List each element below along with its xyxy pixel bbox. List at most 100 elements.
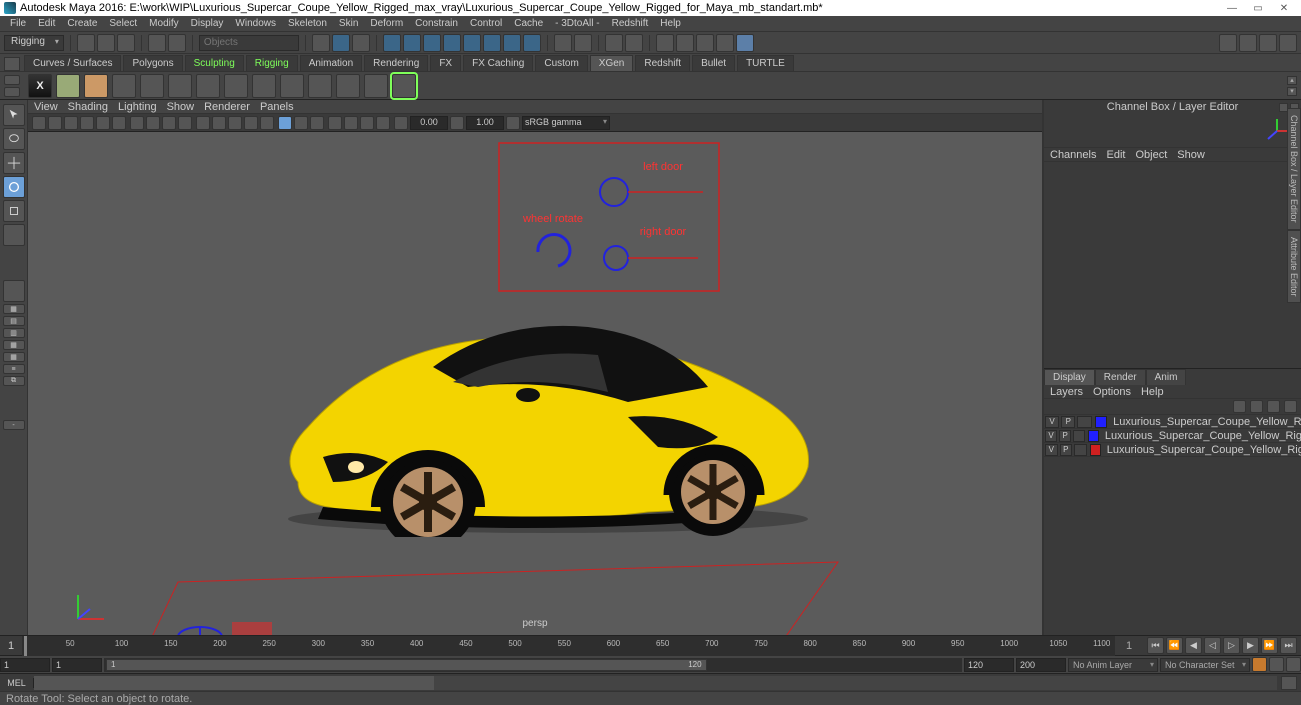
shelf-tab-sculpting[interactable]: Sculpting [185,55,244,71]
shelf-editor-icon[interactable] [4,75,20,85]
mask-deform-icon[interactable] [463,34,481,52]
render-sequence-icon[interactable] [736,34,754,52]
render-current-icon[interactable] [656,34,674,52]
vp-color-space-dropdown[interactable]: sRGB gamma [522,116,610,130]
shelf-tab-fxcaching[interactable]: FX Caching [463,55,533,71]
step-back-key-button[interactable]: ⏪ [1166,637,1183,654]
vp-bookmark-icon[interactable] [64,116,78,130]
mask-surface-icon[interactable] [443,34,461,52]
vp-view-transform-icon[interactable] [506,116,520,130]
select-by-object-icon[interactable] [332,34,350,52]
history-out-icon[interactable] [625,34,643,52]
selection-search-input[interactable] [199,35,299,51]
redo-icon[interactable] [168,34,186,52]
menu-help[interactable]: Help [654,18,687,29]
cb-menu-channels[interactable]: Channels [1050,149,1096,161]
layer-move-down-icon[interactable] [1250,400,1263,413]
vp-gate-mask-icon[interactable] [178,116,192,130]
command-input[interactable] [34,676,434,690]
menu-create[interactable]: Create [61,18,103,29]
layer-vis-toggle[interactable]: V [1045,416,1059,428]
menu-skeleton[interactable]: Skeleton [282,18,333,29]
layer-display-type[interactable] [1073,430,1085,442]
layer-menu-help[interactable]: Help [1141,386,1164,398]
menu-windows[interactable]: Windows [229,18,282,29]
vp-gamma-field[interactable]: 1.00 [466,116,504,130]
menu-cache[interactable]: Cache [508,18,549,29]
layer-menu-options[interactable]: Options [1093,386,1131,398]
xgen-create-description-icon[interactable] [56,74,80,98]
vp-lock-camera-icon[interactable] [48,116,62,130]
new-scene-icon[interactable] [77,34,95,52]
range-bar[interactable]: 1 120 [104,658,962,672]
move-tool-icon[interactable] [3,152,25,174]
menu-select[interactable]: Select [103,18,143,29]
shelf-tab-turtle[interactable]: TURTLE [737,55,794,71]
vp-menu-panels[interactable]: Panels [260,101,294,113]
minimize-button[interactable]: — [1219,0,1245,16]
layer-row[interactable]: V P Luxurious_Supercar_Coupe_Yellow_Rigg… [1044,415,1301,429]
step-forward-frame-button[interactable]: ▶ [1242,637,1259,654]
menu-control[interactable]: Control [464,18,508,29]
vp-menu-shading[interactable]: Shading [68,101,108,113]
three-left-view-icon[interactable]: ▦ [3,352,25,362]
xgen-density-icon[interactable] [112,74,136,98]
layer-new-selected-icon[interactable] [1284,400,1297,413]
playback-end-field[interactable]: 120 [964,658,1014,672]
cb-menu-object[interactable]: Object [1135,149,1167,161]
vp-exposure-field[interactable]: 0.00 [410,116,448,130]
shelf-options-icon[interactable] [4,87,20,97]
shelf-tab-polygons[interactable]: Polygons [123,55,182,71]
vp-image-plane-icon[interactable] [80,116,94,130]
xgen-guide-icon[interactable] [140,74,164,98]
layer-playback-toggle[interactable]: P [1061,416,1075,428]
save-scene-icon[interactable] [117,34,135,52]
layer-playback-toggle[interactable]: P [1060,444,1073,456]
undo-icon[interactable] [148,34,166,52]
anim-layer-dropdown[interactable]: No Anim Layer [1068,658,1158,672]
side-tab-channel-box[interactable]: Channel Box / Layer Editor [1287,108,1301,230]
toggle-attribute-editor-icon[interactable] [1239,34,1257,52]
ipr-render-icon[interactable] [676,34,694,52]
xgen-convert-icon[interactable] [392,74,416,98]
mask-render-icon[interactable] [503,34,521,52]
mask-joint-icon[interactable] [403,34,421,52]
cb-menu-show[interactable]: Show [1177,149,1205,161]
select-by-component-icon[interactable] [352,34,370,52]
vp-ao-icon[interactable] [328,116,342,130]
time-slider[interactable]: 1 50 100 150 200 250 300 350 400 450 500… [0,635,1301,655]
vp-menu-lighting[interactable]: Lighting [118,101,157,113]
snap-grid-icon[interactable] [554,34,572,52]
shelf-tab-bullet[interactable]: Bullet [692,55,735,71]
mask-dynamic-icon[interactable] [483,34,501,52]
menu-redshift[interactable]: Redshift [606,18,655,29]
three-top-view-icon[interactable]: ▦ [3,340,25,350]
layer-tab-anim[interactable]: Anim [1146,369,1187,385]
layer-tab-display[interactable]: Display [1044,369,1095,385]
cb-menu-edit[interactable]: Edit [1106,149,1125,161]
collapse-toolbox-icon[interactable]: - [3,420,25,430]
single-view-icon[interactable] [3,280,25,302]
layer-vis-toggle[interactable]: V [1045,444,1058,456]
vp-menu-view[interactable]: View [34,101,58,113]
shelf-tab-fx[interactable]: FX [430,55,461,71]
two-stack-view-icon[interactable]: ▥ [3,328,25,338]
go-to-end-button[interactable]: ⏭ [1280,637,1297,654]
vp-aa-icon[interactable] [360,116,374,130]
step-forward-key-button[interactable]: ⏩ [1261,637,1278,654]
vp-isolate-icon[interactable] [278,116,292,130]
vp-menu-renderer[interactable]: Renderer [204,101,250,113]
xgen-open-window-icon[interactable]: X [28,74,52,98]
vp-motion-blur-icon[interactable] [344,116,358,130]
viewport-3d[interactable]: left door wheel rotate right door [28,132,1042,635]
mask-misc-icon[interactable] [523,34,541,52]
menu-edit[interactable]: Edit [32,18,61,29]
layer-move-up-icon[interactable] [1233,400,1246,413]
step-back-frame-button[interactable]: ◀ [1185,637,1202,654]
shelf-tab-custom[interactable]: Custom [535,55,587,71]
auto-key-button[interactable] [1252,657,1267,672]
menu-3dtoall[interactable]: - 3DtoAll - [549,18,605,29]
menu-constrain[interactable]: Constrain [409,18,464,29]
xgen-brush4-icon[interactable] [308,74,332,98]
character-set-dropdown[interactable]: No Character Set [1160,658,1250,672]
